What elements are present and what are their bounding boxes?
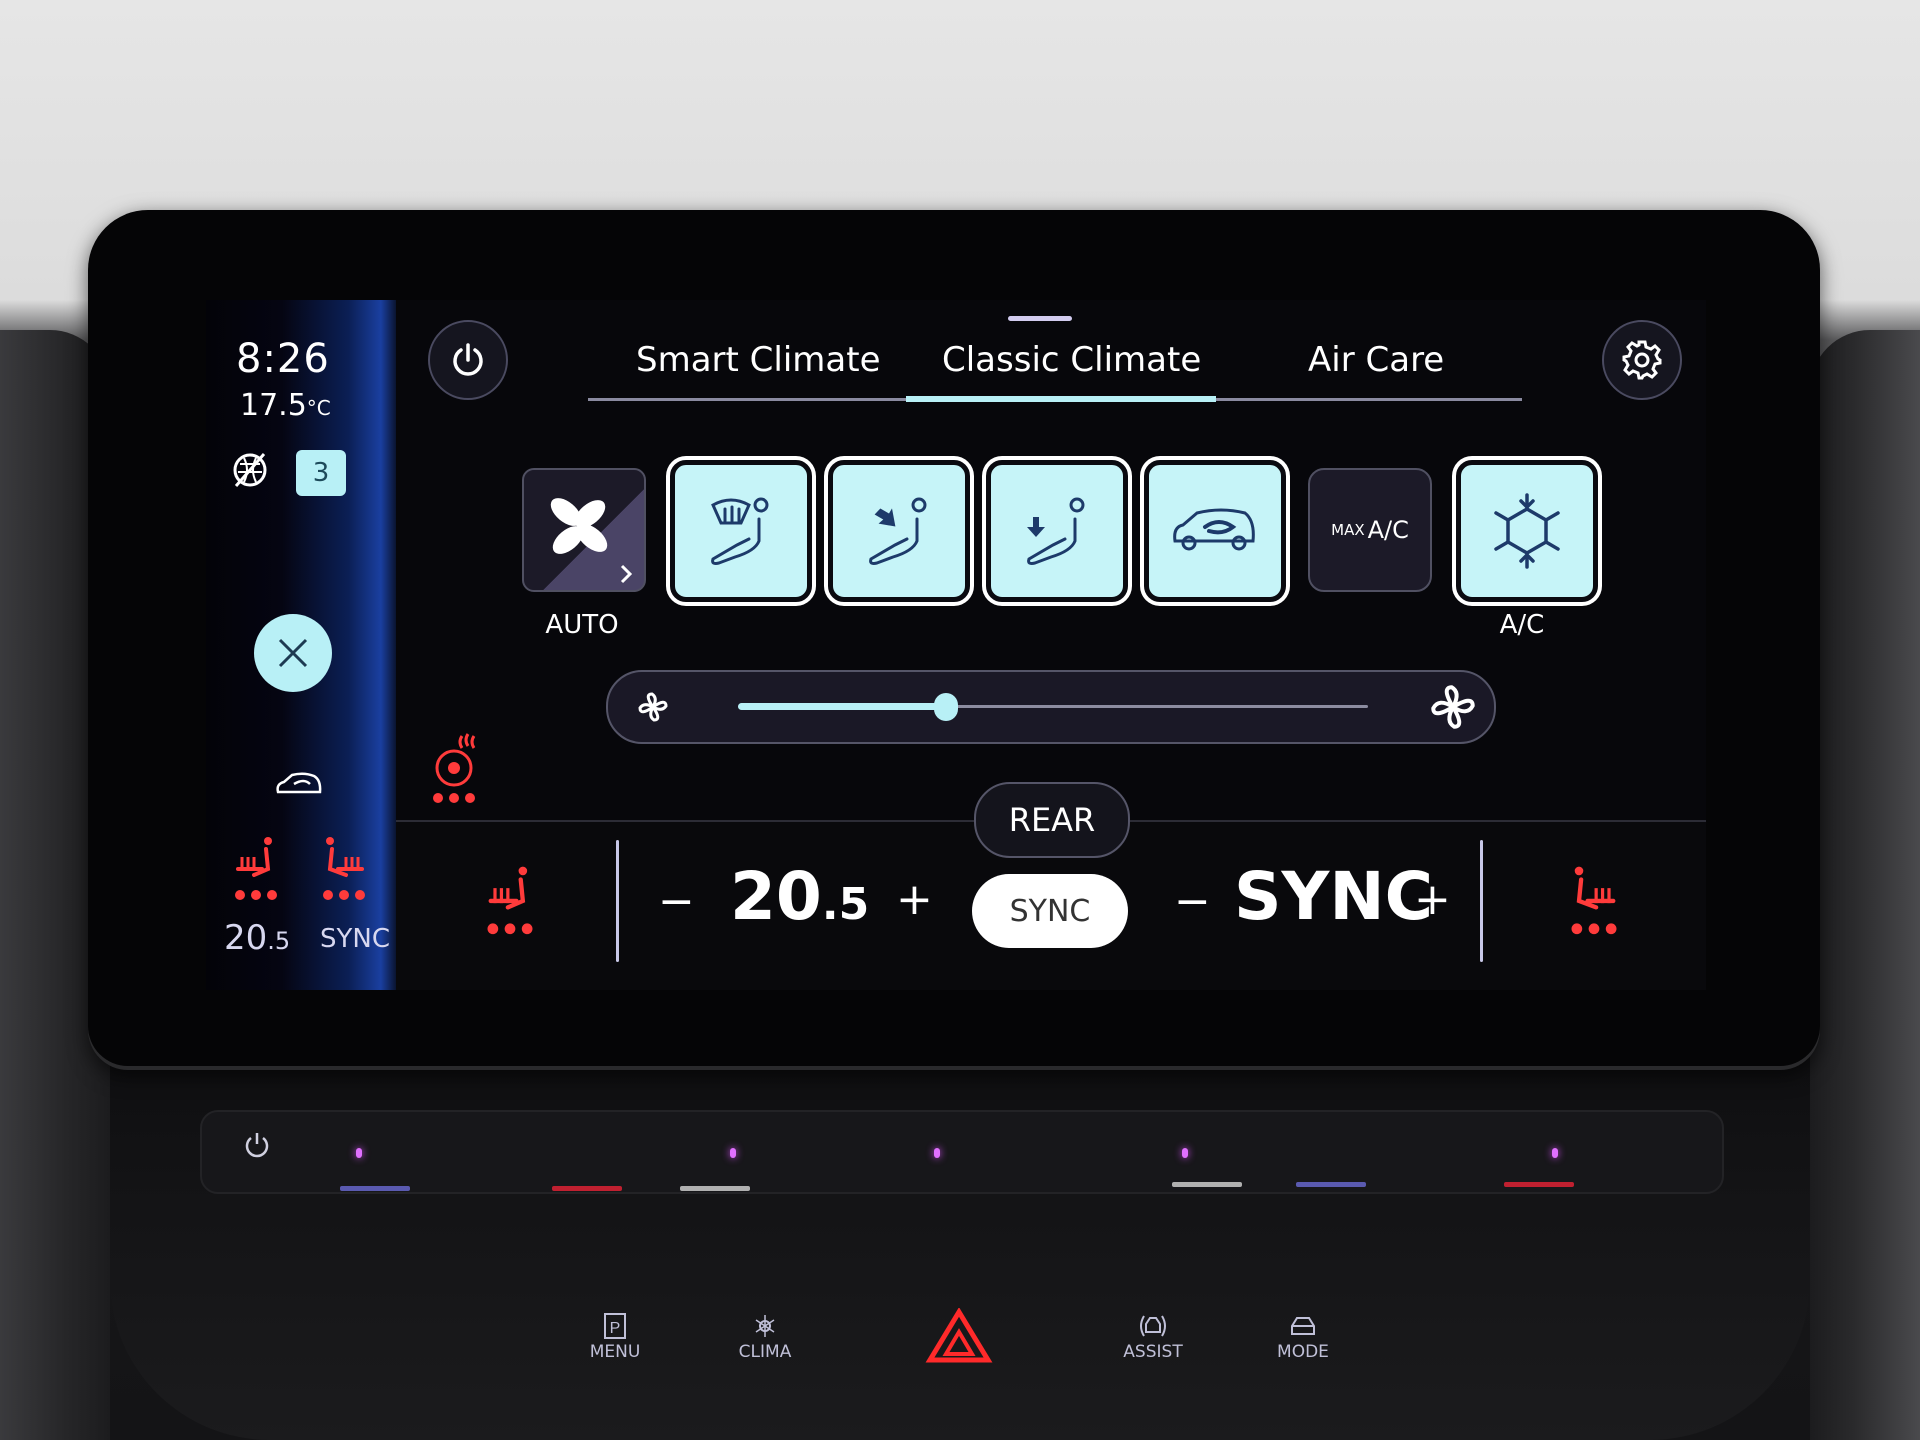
snowflake-sun-icon: [755, 1315, 775, 1337]
settings-button[interactable]: [1602, 320, 1682, 400]
led-indicator: [356, 1148, 362, 1158]
infotainment-screen: 8:26 17.5°C 3 20.5 SYNC Smart Climate Cl…: [206, 300, 1706, 990]
driver-seat-heat-icon[interactable]: [480, 862, 540, 942]
outside-temp-value: 17.5: [240, 388, 307, 423]
airflow-upper-tile[interactable]: [828, 460, 970, 602]
tab-classic-climate[interactable]: Classic Climate: [942, 340, 1201, 380]
clima-label: CLIMA: [738, 1342, 792, 1362]
power-button[interactable]: [428, 320, 508, 400]
fan-level-badge[interactable]: 3: [296, 450, 346, 496]
fan-slider-fill: [738, 703, 946, 710]
left-divider: [616, 840, 619, 962]
status-sidebar: 8:26 17.5°C 3 20.5 SYNC: [206, 300, 396, 990]
sidebar-driver-temp: 20.5: [224, 918, 290, 958]
power-icon[interactable]: [242, 1130, 272, 1160]
driver-temp-increase[interactable]: +: [896, 874, 933, 925]
snowflake-icon: [1494, 493, 1560, 569]
auto-fan-tile[interactable]: [522, 468, 646, 592]
tab-air-care[interactable]: Air Care: [1308, 340, 1444, 380]
max-ac-small-label: MAX: [1331, 521, 1365, 539]
assist-car-icon: [1140, 1315, 1166, 1337]
parking-p-icon: P: [604, 1313, 626, 1339]
dashboard-right-panel: [1810, 330, 1920, 1440]
menu-button[interactable]: P MENU: [570, 1312, 660, 1362]
led-indicator: [730, 1148, 736, 1158]
max-ac-label: A/C: [1367, 516, 1409, 544]
climate-tabs: Smart Climate Classic Climate Air Care: [588, 340, 1528, 400]
chevron-right-icon: [620, 564, 633, 584]
driver-temp-decimal: .5: [821, 879, 870, 930]
mode-button[interactable]: MODE: [1258, 1312, 1348, 1362]
hazard-warning-icon: [925, 1307, 993, 1363]
ac-label: A/C: [1499, 610, 1545, 640]
seat-heat-left-icon[interactable]: [228, 835, 284, 905]
led-indicator: [934, 1148, 940, 1158]
rear-button[interactable]: REAR: [974, 782, 1130, 858]
outside-temperature: 17.5°C: [240, 388, 331, 423]
fan-speed-control: [606, 670, 1496, 744]
fan-high-icon[interactable]: [1428, 682, 1478, 732]
auto-label: AUTO: [545, 610, 619, 640]
driver-temp-decrease[interactable]: −: [658, 876, 695, 927]
assist-button[interactable]: ASSIST: [1108, 1312, 1198, 1362]
seat-heat-right-icon[interactable]: [316, 835, 372, 905]
assist-label: ASSIST: [1123, 1342, 1183, 1362]
passenger-temp-increase[interactable]: +: [1414, 874, 1451, 925]
outside-temp-unit: °C: [306, 396, 331, 420]
airflow-feet-icon: [1027, 497, 1085, 565]
touch-slider-strip: [200, 1110, 1724, 1194]
led-bar-red-left: [552, 1186, 622, 1191]
sidebar-driver-temp-main: 20: [224, 918, 268, 958]
passenger-temp-decrease[interactable]: −: [1174, 876, 1211, 927]
led-indicator: [1552, 1148, 1558, 1158]
sidebar-driver-temp-decimal: .5: [267, 927, 291, 955]
sync-button[interactable]: SYNC: [972, 874, 1128, 948]
led-bar-white-right: [1172, 1182, 1242, 1187]
passenger-seat-heat-icon[interactable]: [1564, 862, 1624, 942]
fan-icon: [550, 498, 633, 584]
drive-mode-car-icon: [1291, 1317, 1315, 1335]
passenger-temp: SYNC: [1234, 858, 1433, 935]
fan-low-icon[interactable]: [634, 688, 672, 726]
power-icon: [453, 343, 483, 376]
gear-icon: [1622, 340, 1662, 380]
led-bar-white-left: [680, 1186, 750, 1191]
drag-handle[interactable]: [1008, 316, 1072, 321]
driver-temp: 20.5: [730, 858, 869, 935]
recirculation-off-icon[interactable]: [230, 450, 270, 490]
hazard-button[interactable]: [914, 1307, 1004, 1369]
close-icon: [278, 638, 308, 668]
heated-steering-wheel-icon[interactable]: [428, 728, 488, 808]
tab-smart-climate[interactable]: Smart Climate: [636, 340, 881, 380]
led-indicator: [1182, 1148, 1188, 1158]
right-divider: [1480, 840, 1483, 962]
led-bar-blue-right: [1296, 1182, 1366, 1187]
defrost-tile[interactable]: [670, 460, 812, 602]
max-ac-tile[interactable]: MAX A/C: [1308, 468, 1432, 592]
clock: 8:26: [236, 336, 330, 382]
fan-slider-thumb[interactable]: [933, 693, 958, 721]
sidebar-passenger-sync: SYNC: [320, 924, 390, 954]
close-button[interactable]: [254, 614, 332, 692]
svg-text:P: P: [610, 1320, 621, 1337]
driver-temp-main: 20: [730, 858, 822, 935]
clima-button[interactable]: CLIMA: [720, 1312, 810, 1362]
menu-label: MENU: [589, 1342, 641, 1362]
windshield-defrost-icon: [711, 497, 769, 565]
airflow-upper-body-icon: [869, 497, 927, 565]
recirculation-tile[interactable]: [1144, 460, 1286, 602]
led-bar-red-right: [1504, 1182, 1574, 1187]
ac-tile[interactable]: [1456, 460, 1598, 602]
airflow-feet-tile[interactable]: [986, 460, 1128, 602]
active-tab-indicator: [906, 396, 1216, 402]
led-bar-blue-left: [340, 1186, 410, 1191]
mode-label: MODE: [1277, 1342, 1329, 1362]
car-recirculation-icon: [1173, 508, 1255, 551]
car-recirculation-icon[interactable]: [274, 770, 324, 798]
